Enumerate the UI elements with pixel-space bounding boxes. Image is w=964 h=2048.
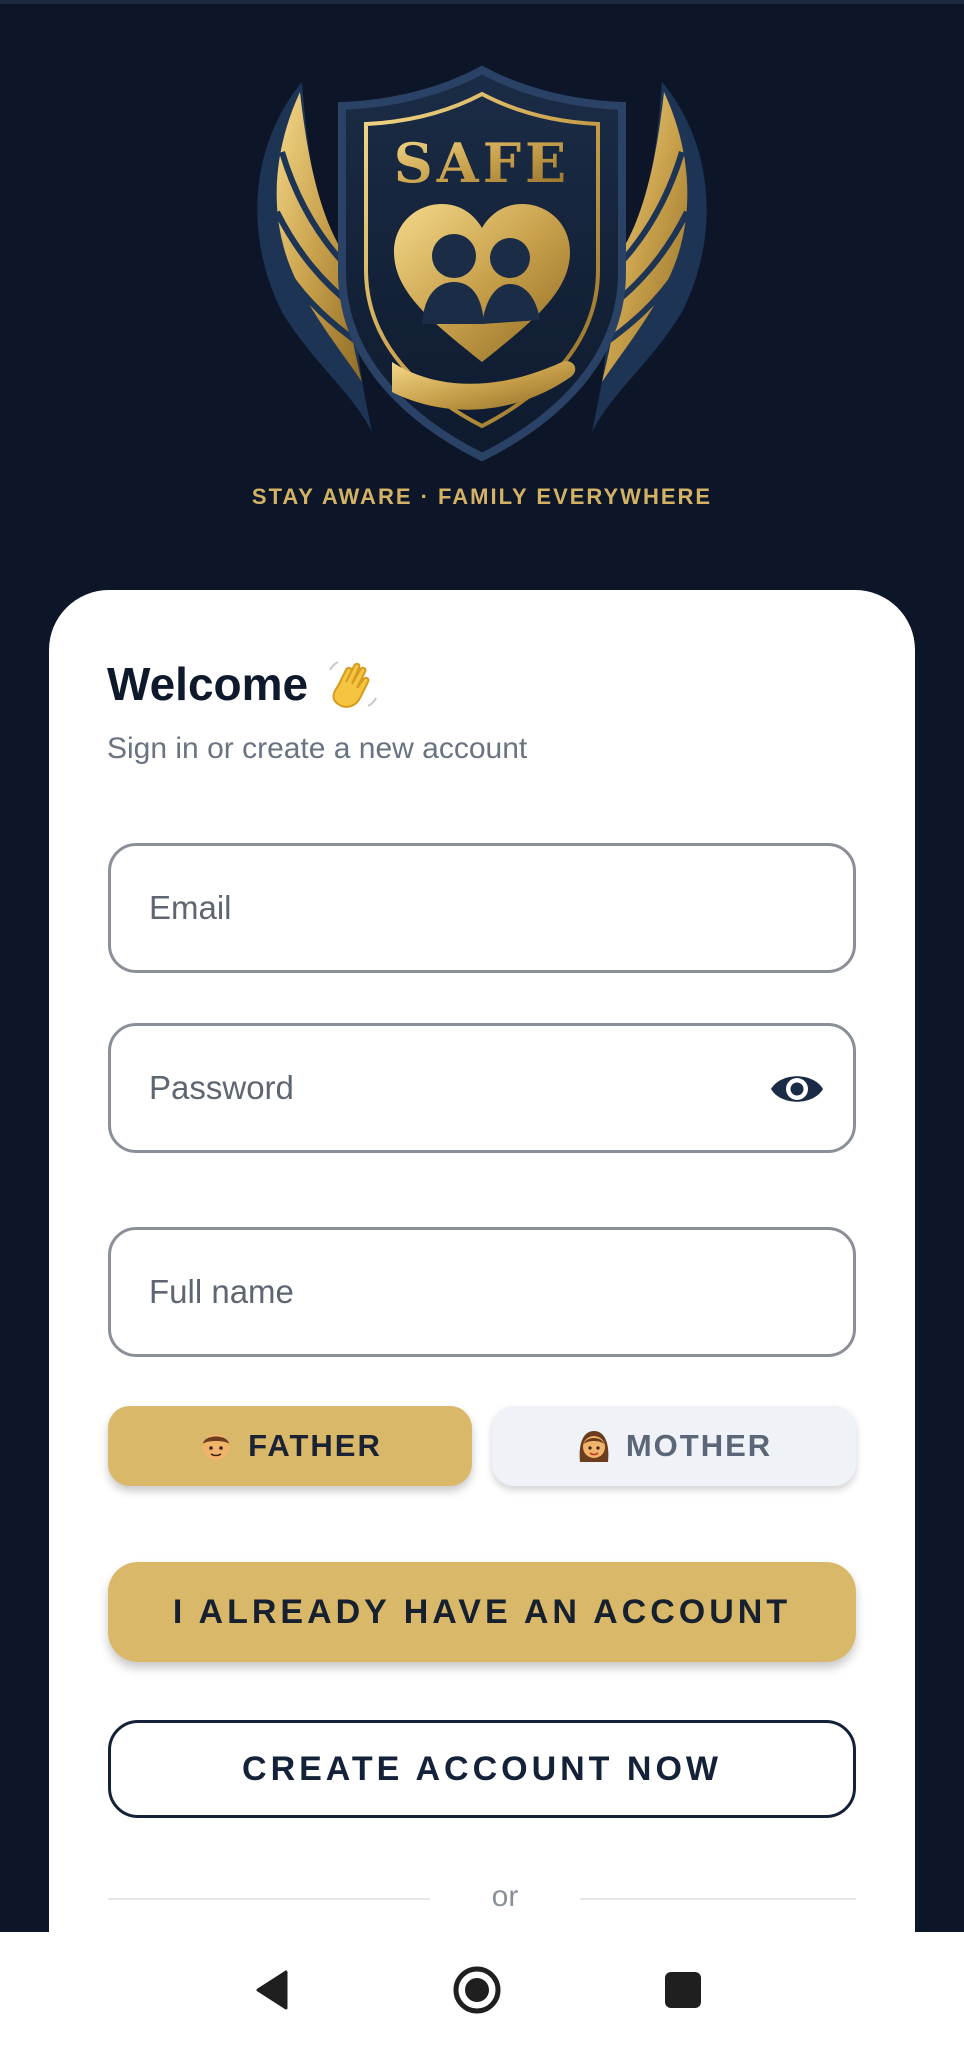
brand-tagline: STAY AWARE · FAMILY EVERYWHERE bbox=[251, 484, 713, 509]
waving-hand-icon bbox=[329, 661, 378, 708]
full-name-field[interactable] bbox=[108, 1227, 856, 1357]
role-father-label: FATHER bbox=[248, 1428, 382, 1463]
back-triangle-icon[interactable] bbox=[242, 1960, 302, 2020]
role-mother-label: MOTHER bbox=[625, 1428, 773, 1463]
divider-line-left bbox=[108, 1898, 430, 1900]
login-screen: SAFE STAY AWARE · FAMILY EVERYWHERE Welc… bbox=[0, 0, 964, 2048]
page-subtitle: Sign in or create a new account bbox=[107, 732, 528, 765]
status-bar-edge bbox=[0, 0, 964, 4]
recents-square-icon[interactable] bbox=[653, 1960, 713, 2020]
role-father-button[interactable]: FATHER bbox=[108, 1406, 472, 1486]
divider-line-right bbox=[580, 1898, 856, 1900]
full-name-input[interactable] bbox=[147, 1230, 747, 1354]
email-input[interactable] bbox=[147, 846, 747, 970]
password-field[interactable] bbox=[108, 1023, 856, 1153]
system-navigation-bar bbox=[0, 1932, 964, 2048]
safe-logo: SAFE bbox=[257, 65, 707, 462]
divider-label: or bbox=[491, 1880, 519, 1913]
create-account-button[interactable]: CREATE ACCOUNT NOW bbox=[108, 1720, 856, 1818]
role-mother-button[interactable]: MOTHER bbox=[492, 1406, 856, 1486]
woman-emoji-icon bbox=[579, 1431, 609, 1462]
man-emoji-icon bbox=[203, 1434, 230, 1460]
page-title: Welcome bbox=[107, 658, 309, 710]
eye-icon[interactable] bbox=[769, 1064, 825, 1114]
sign-in-button[interactable]: I ALREADY HAVE AN ACCOUNT bbox=[108, 1562, 856, 1662]
password-input[interactable] bbox=[147, 1026, 747, 1150]
welcome-heading: Welcome bbox=[107, 656, 380, 712]
email-field[interactable] bbox=[108, 843, 856, 973]
home-circle-icon[interactable] bbox=[447, 1960, 507, 2020]
or-divider: or bbox=[108, 1880, 856, 1920]
auth-card: Welcome Sign in or create a new account bbox=[49, 590, 915, 2048]
logo-text: SAFE bbox=[394, 131, 570, 195]
